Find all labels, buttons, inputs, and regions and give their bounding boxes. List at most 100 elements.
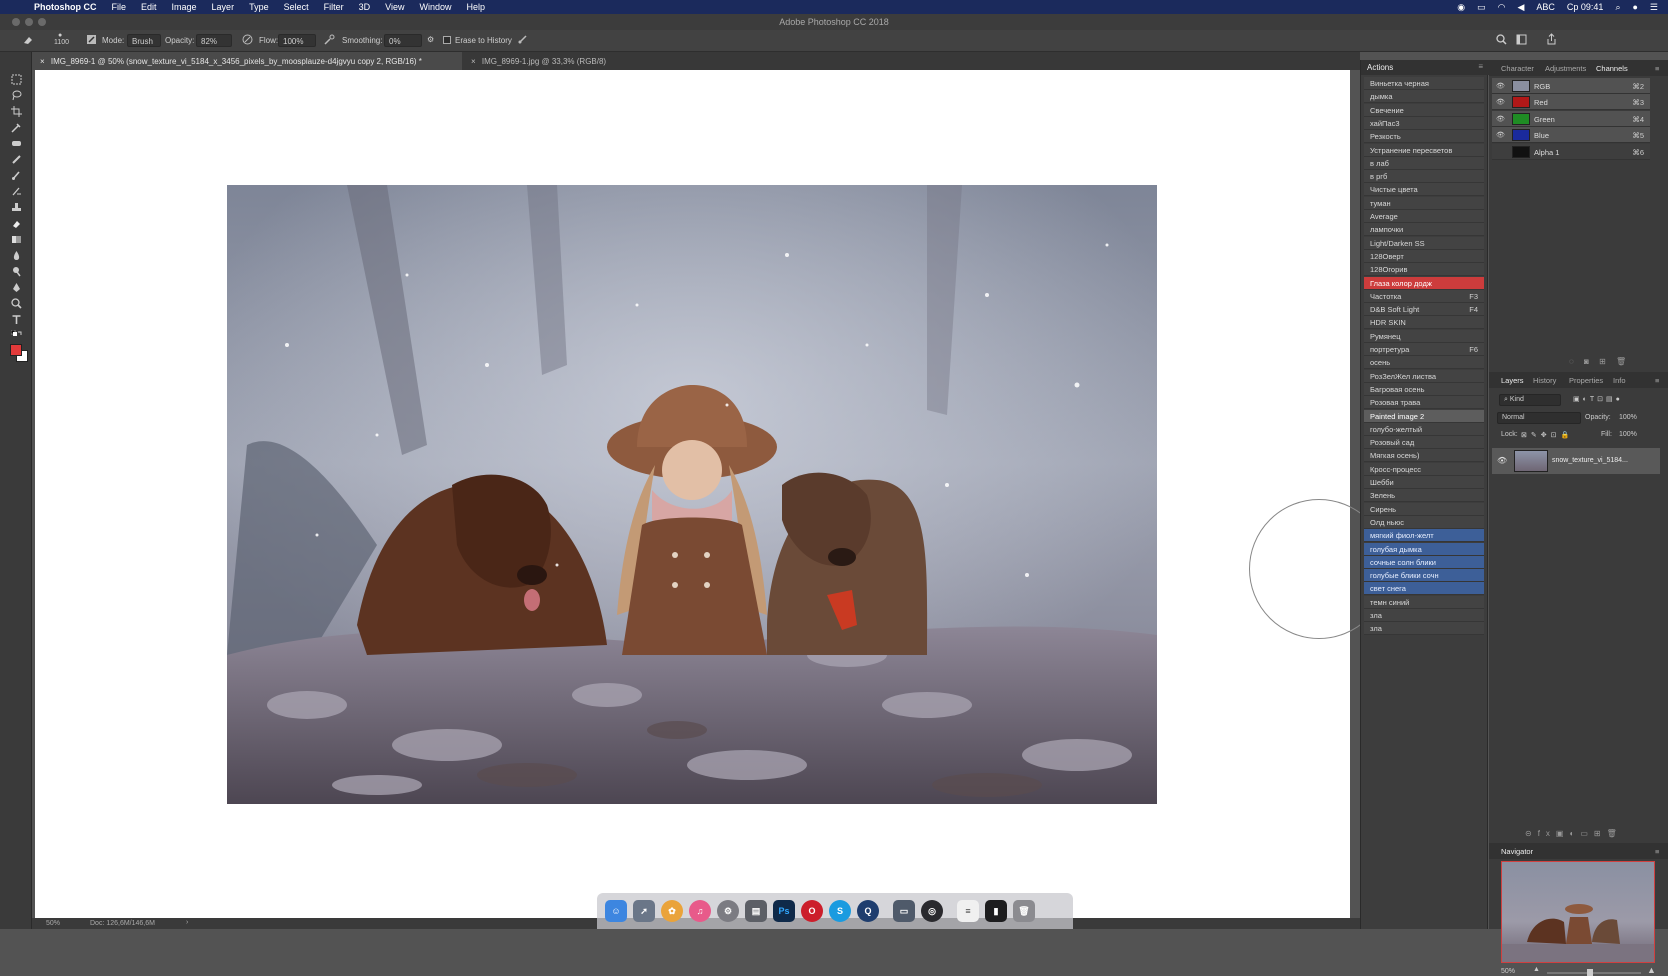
menu-file[interactable]: File [112, 2, 127, 12]
menu-app-name[interactable]: Photoshop CC [34, 2, 97, 12]
volume-icon[interactable]: ◀ [1517, 2, 1524, 13]
layer-opacity-value[interactable]: 100% [1619, 414, 1637, 421]
action-item[interactable]: D&B Soft Light F4 [1364, 303, 1484, 317]
action-item[interactable]: лампочки [1364, 223, 1484, 237]
opacity-input[interactable]: 82% [196, 34, 232, 47]
action-item[interactable]: Свечение [1364, 103, 1484, 117]
smoothing-input[interactable]: 0% [384, 34, 422, 47]
action-item[interactable]: зла [1364, 609, 1484, 622]
action-item[interactable]: 128Огорив [1364, 263, 1484, 277]
brush-settings-icon[interactable] [86, 34, 97, 47]
action-item[interactable]: Light/Darken SS [1364, 236, 1484, 250]
display-icon[interactable]: ▭ [1477, 2, 1486, 13]
delete-channel-icon[interactable]: 🗑 [1616, 357, 1626, 366]
app-store-icon[interactable]: ▤ [745, 900, 767, 922]
lasso-tool-icon[interactable] [11, 88, 22, 101]
menu-3d[interactable]: 3D [359, 2, 371, 12]
dodge-tool-icon[interactable] [11, 264, 22, 277]
healing-brush-tool-icon[interactable] [11, 136, 22, 147]
blur-tool-icon[interactable] [11, 248, 22, 260]
workspace-icon[interactable] [1516, 34, 1530, 47]
tab-document-1[interactable]: × IMG_8969-1 @ 50% (snow_texture_vi_5184… [32, 52, 462, 70]
share-icon[interactable] [1546, 33, 1557, 47]
notification-center-icon[interactable]: ☰ [1650, 2, 1658, 13]
action-item[interactable]: Painted image 2 [1364, 409, 1484, 423]
menu-edit[interactable]: Edit [141, 2, 157, 12]
tab-character[interactable]: Character [1501, 64, 1534, 73]
panel-menu-icon[interactable]: ≡ [1655, 847, 1659, 856]
action-item[interactable]: осень [1364, 356, 1484, 370]
type-tool-icon[interactable] [11, 312, 22, 324]
action-item[interactable]: Мягкая осень) [1364, 449, 1484, 463]
channel-visibility-eye-icon[interactable]: 👁 [1496, 98, 1505, 106]
input-source[interactable]: ABC [1536, 2, 1555, 12]
menu-window[interactable]: Window [419, 2, 451, 12]
photos-icon[interactable]: ✿ [661, 900, 683, 922]
action-item[interactable]: Частотка F3 [1364, 289, 1484, 303]
tab-document-2[interactable]: × IMG_8969-1.jpg @ 33,3% (RGB/8) [463, 52, 643, 70]
pressure-opacity-icon[interactable] [242, 34, 253, 47]
foreground-color-swatch[interactable] [10, 344, 22, 356]
terminal-icon[interactable]: ▮ [985, 900, 1007, 922]
panel-menu-icon[interactable]: ≡ [1655, 64, 1659, 73]
action-item[interactable]: РозЗелЖел листва [1364, 369, 1484, 383]
navigator-preview[interactable] [1501, 861, 1655, 963]
action-item[interactable]: дымка [1364, 90, 1484, 104]
lock-icons[interactable]: ⊠✎✥⊡🔒 [1521, 431, 1573, 439]
pressure-size-icon[interactable] [517, 34, 528, 47]
close-tab-icon[interactable]: × [471, 57, 476, 66]
tab-properties[interactable]: Properties [1569, 376, 1603, 385]
brush-preset-picker[interactable]: ● 1100 [54, 32, 69, 46]
gradient-tool-icon[interactable] [11, 232, 22, 243]
zoom-in-icon[interactable]: ▲ [1647, 965, 1656, 975]
channel-row[interactable]: 👁 Blue ⌘5 [1492, 127, 1650, 144]
search-icon[interactable] [1496, 34, 1507, 47]
menu-select[interactable]: Select [284, 2, 309, 12]
action-item[interactable]: Зелень [1364, 489, 1484, 503]
layer-kind-filter[interactable]: ⌕ Kind [1499, 394, 1561, 406]
tab-layers[interactable]: Layers [1501, 376, 1524, 385]
action-item[interactable]: Устранение пересветов [1364, 143, 1484, 157]
finder-icon[interactable]: ☺ [605, 900, 627, 922]
zoom-tool-icon[interactable] [11, 296, 22, 309]
action-item[interactable]: Кросс-процесс [1364, 462, 1484, 476]
close-tab-icon[interactable]: × [40, 57, 45, 66]
zoom-slider-thumb[interactable] [1587, 969, 1593, 976]
record-icon[interactable]: ◉ [1457, 2, 1465, 13]
layer-filter-icons[interactable]: ▣◐T⊡▤● [1573, 395, 1623, 403]
menu-type[interactable]: Type [249, 2, 269, 12]
spotlight-icon[interactable]: ⌕ [1615, 2, 1620, 13]
airbrush-icon[interactable] [324, 34, 335, 47]
menu-layer[interactable]: Layer [212, 2, 235, 12]
trash-icon[interactable]: 🗑 [1013, 900, 1035, 922]
channel-row[interactable]: 👁 Green ⌘4 [1492, 110, 1650, 127]
document-icon[interactable]: ≡ [957, 900, 979, 922]
layer-visibility-eye-icon[interactable]: 👁 [1497, 456, 1507, 465]
navigator-zoom-slider[interactable] [1547, 969, 1641, 976]
brush-tool-icon[interactable] [11, 168, 22, 180]
layers-footer-icons[interactable]: ⊝fx▣◐▭⊞🗑 [1525, 829, 1623, 838]
skype-icon[interactable]: S [829, 900, 851, 922]
flow-input[interactable]: 100% [278, 34, 316, 47]
zoom-out-icon[interactable]: ▲ [1533, 966, 1540, 973]
photo-image[interactable] [227, 185, 1157, 804]
channel-visibility-eye-icon[interactable]: 👁 [1496, 82, 1505, 90]
launchpad-icon[interactable]: ➚ [633, 900, 655, 922]
menu-filter[interactable]: Filter [324, 2, 344, 12]
action-item[interactable]: хайПас3 [1364, 116, 1484, 130]
aperture-icon[interactable]: ◎ [921, 900, 943, 922]
itunes-icon[interactable]: ♫ [689, 900, 711, 922]
action-item[interactable]: в ргб [1364, 170, 1484, 184]
menu-view[interactable]: View [385, 2, 404, 12]
tab-navigator[interactable]: Navigator [1501, 847, 1533, 856]
action-item[interactable]: туман [1364, 196, 1484, 210]
tab-channels[interactable]: Channels [1596, 64, 1628, 73]
action-item[interactable]: зла [1364, 622, 1484, 636]
action-item[interactable]: Сирень [1364, 502, 1484, 516]
action-item[interactable]: Average [1364, 210, 1484, 223]
crop-tool-icon[interactable] [11, 104, 22, 117]
mode-select[interactable]: Brush [127, 34, 161, 47]
action-item[interactable]: HDR SKIN [1364, 316, 1484, 330]
erase-history-checkbox[interactable] [443, 36, 451, 44]
siri-icon[interactable]: ● [1632, 2, 1637, 12]
